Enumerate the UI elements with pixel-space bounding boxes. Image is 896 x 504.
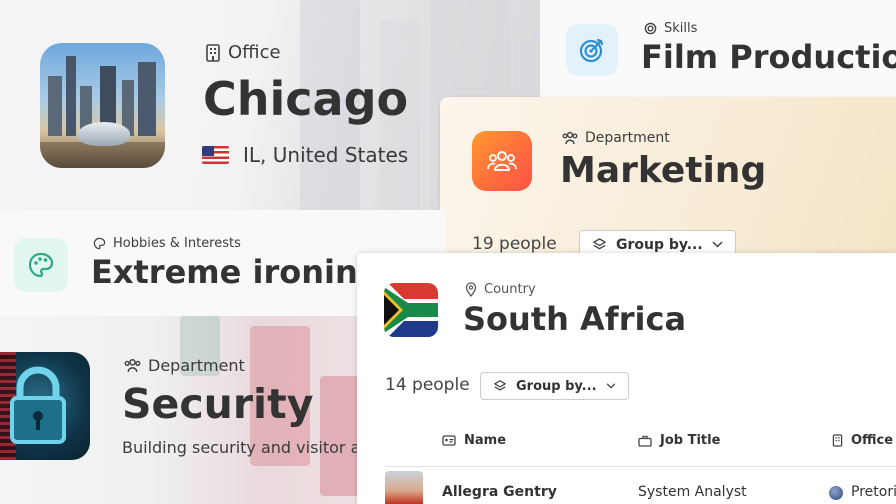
map-pin-icon xyxy=(465,282,477,297)
layers-icon xyxy=(494,380,506,391)
people-group-icon xyxy=(487,151,517,171)
hobby-badge xyxy=(14,238,68,292)
people-icon xyxy=(124,359,141,373)
column-header-job-title[interactable]: Job Title xyxy=(638,433,720,448)
column-header-job-title-label: Job Title xyxy=(660,433,721,448)
department-eyebrow-text: Department xyxy=(148,356,245,375)
skill-title: Film Production xyxy=(641,38,896,76)
department-card-marketing[interactable]: Department Marketing 19 people Group by.… xyxy=(440,97,896,267)
table-divider xyxy=(385,466,896,467)
department-card-security[interactable]: Department Security Building security an… xyxy=(0,316,380,504)
department-eyebrow-text: Department xyxy=(585,130,670,146)
row-office[interactable]: Pretoria xyxy=(851,484,896,500)
department-title: Marketing xyxy=(560,150,767,191)
skill-card-film-production[interactable]: Skills Film Production xyxy=(540,0,896,100)
office-flag-icon xyxy=(829,486,843,500)
chevron-down-icon xyxy=(606,383,615,389)
office-title: Chicago xyxy=(203,72,409,126)
column-header-office[interactable]: Office xyxy=(832,433,893,448)
briefcase-icon xyxy=(638,435,652,447)
column-header-name[interactable]: Name xyxy=(442,433,506,448)
chicago-photo xyxy=(40,43,165,168)
skill-badge xyxy=(566,24,618,76)
palette-small-icon xyxy=(93,237,106,250)
country-title: South Africa xyxy=(463,300,687,338)
office-location: IL, United States xyxy=(202,143,408,167)
avatar[interactable] xyxy=(385,471,423,504)
country-card-south-africa[interactable]: Country South Africa 14 people Group by.… xyxy=(357,253,896,504)
id-card-icon xyxy=(442,435,456,446)
target-icon xyxy=(579,38,604,63)
row-name[interactable]: Allegra Gentry xyxy=(442,484,557,500)
people-count: 14 people xyxy=(385,375,470,395)
building-icon xyxy=(832,434,843,447)
layers-icon xyxy=(593,238,606,250)
skills-eyebrow-text: Skills xyxy=(664,21,698,36)
hobby-title: Extreme ironing xyxy=(91,253,381,291)
us-flag-icon xyxy=(202,146,229,164)
south-africa-flag-icon xyxy=(384,283,438,337)
country-label: Country xyxy=(465,282,536,297)
people-icon xyxy=(562,131,578,145)
department-badge xyxy=(472,131,532,191)
hobbies-eyebrow-text: Hobbies & Interests xyxy=(113,236,241,251)
column-header-name-label: Name xyxy=(464,433,507,448)
hobbies-label: Hobbies & Interests xyxy=(93,236,241,251)
group-by-button[interactable]: Group by... xyxy=(480,372,629,400)
group-by-label: Group by... xyxy=(516,378,597,394)
country-eyebrow-text: Country xyxy=(484,282,536,297)
skills-label: Skills xyxy=(644,21,697,36)
group-by-label: Group by... xyxy=(616,236,703,253)
padlock-icon xyxy=(10,366,66,444)
security-photo xyxy=(0,352,90,460)
office-eyebrow-text: Office xyxy=(228,42,281,63)
office-location-text: IL, United States xyxy=(243,143,409,167)
target-small-icon xyxy=(644,22,657,35)
department-title: Security xyxy=(122,380,314,428)
row-job-title: System Analyst xyxy=(638,484,747,500)
building-icon xyxy=(206,43,220,62)
department-description: Building security and visitor acce xyxy=(122,438,380,457)
department-label: Department xyxy=(562,130,670,146)
people-count: 19 people xyxy=(472,234,557,254)
palette-icon xyxy=(28,252,54,278)
department-label: Department xyxy=(124,356,245,375)
office-label: Office xyxy=(205,42,281,63)
chevron-down-icon xyxy=(712,241,723,248)
column-header-office-label: Office xyxy=(851,433,894,448)
